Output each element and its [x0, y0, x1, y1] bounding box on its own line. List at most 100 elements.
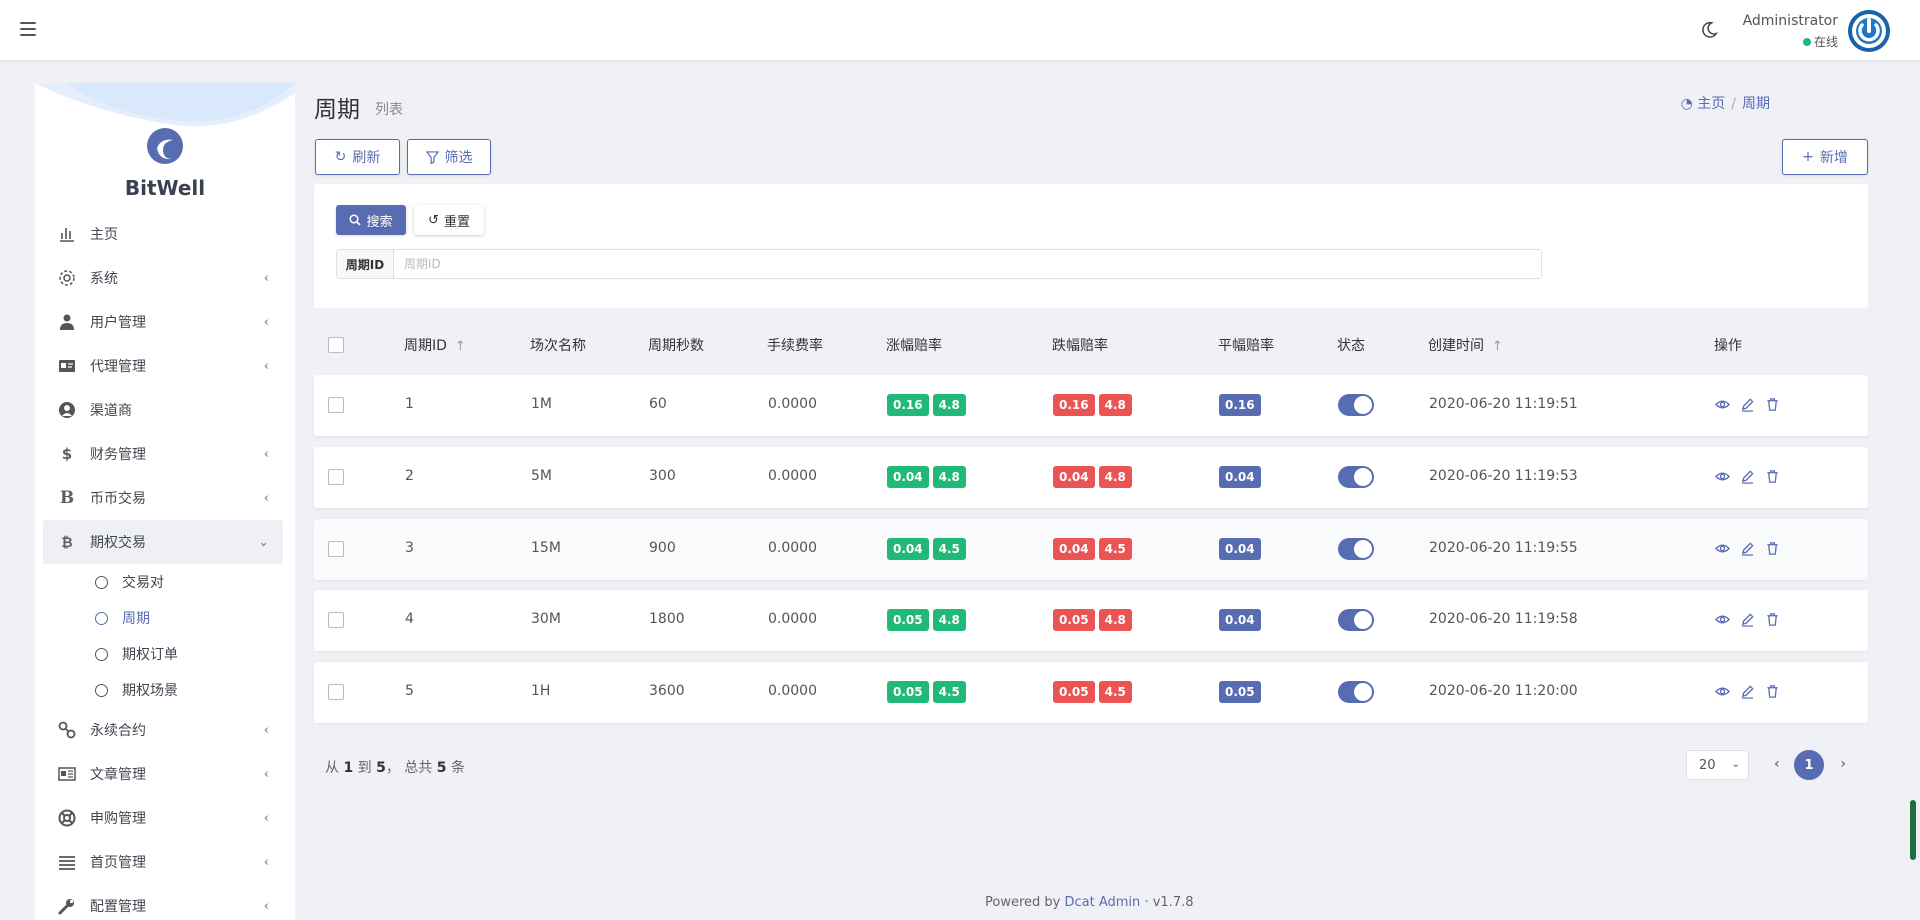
sidebar-item-homepage[interactable]: 首页管理 ‹ [43, 840, 283, 884]
add-button[interactable]: + 新增 [1782, 139, 1868, 175]
delete-icon[interactable] [1765, 397, 1780, 416]
status-toggle[interactable] [1338, 681, 1374, 703]
status-toggle[interactable] [1338, 394, 1374, 416]
sidebar-item-config[interactable]: 配置管理 ‹ [43, 884, 283, 920]
next-page-button[interactable]: › [1840, 756, 1846, 772]
moon-icon[interactable] [1700, 21, 1718, 39]
view-icon[interactable] [1715, 397, 1730, 416]
sidebar-item-label: 永续合约 [90, 723, 146, 739]
sidebar: BitWell 主页 系统 ‹ 用户管理 ‹ 代理管理 ‹ 渠道商 $ 财务管理 [35, 83, 295, 920]
chevron-left-icon: ‹ [263, 899, 269, 914]
edit-icon[interactable] [1740, 612, 1755, 631]
cell-flat-odds: 0.16 [1219, 394, 1265, 416]
per-page-select[interactable]: 20 ⌄ [1686, 750, 1749, 780]
view-icon[interactable] [1715, 541, 1730, 560]
circle-icon [95, 575, 108, 589]
period-id-input[interactable] [394, 250, 1541, 278]
delete-icon[interactable] [1765, 684, 1780, 703]
prev-page-button[interactable]: ‹ [1774, 756, 1780, 772]
cell-created: 2020-06-20 11:19:58 [1429, 611, 1578, 627]
cell-created: 2020-06-20 11:19:51 [1429, 396, 1578, 412]
hamburger-icon[interactable] [20, 18, 36, 42]
sidebar-item-finance[interactable]: $ 财务管理 ‹ [43, 432, 283, 476]
circle-icon [95, 647, 108, 661]
sidebar-item-spot-trading[interactable]: B 币币交易 ‹ [43, 476, 283, 520]
refresh-button[interactable]: ↻ 刷新 [315, 139, 400, 175]
brand-name[interactable]: BitWell [35, 176, 295, 200]
sidebar-item-articles[interactable]: 文章管理 ‹ [43, 752, 283, 796]
cell-seconds: 60 [649, 396, 667, 412]
sidebar-subitem-option-scenes[interactable]: 期权场景 [43, 672, 283, 708]
status-toggle[interactable] [1338, 609, 1374, 631]
status-toggle[interactable] [1338, 466, 1374, 488]
table-row: 3 15M 900 0.0000 0.04 4.5 0.04 4.5 0.04 2020-06-2… [314, 519, 1868, 580]
status-toggle[interactable] [1338, 538, 1374, 560]
delete-icon[interactable] [1765, 612, 1780, 631]
link-icon [58, 721, 76, 739]
cell-id: 4 [405, 611, 414, 627]
avatar[interactable] [1848, 10, 1890, 52]
cell-up-odds: 0.05 4.5 [887, 681, 970, 703]
page-title: 周期 [314, 97, 360, 123]
toggle-knob [1354, 611, 1372, 629]
breadcrumb-separator: / [1731, 96, 1736, 112]
reset-button[interactable]: ↺ 重置 [414, 205, 484, 235]
sort-arrow-icon[interactable]: ↑ [455, 339, 466, 354]
select-all-checkbox[interactable] [328, 337, 344, 353]
breadcrumb-home[interactable]: 主页 [1697, 96, 1725, 112]
column-header-fee: 手续费率 [767, 338, 823, 354]
cell-flat-odds: 0.04 [1219, 609, 1265, 631]
edit-icon[interactable] [1740, 541, 1755, 560]
sidebar-item-options-trading[interactable]: ₿ 期权交易 ⌄ [43, 520, 283, 564]
cell-id: 5 [405, 683, 414, 699]
edit-icon[interactable] [1740, 469, 1755, 488]
sidebar-item-system[interactable]: 系统 ‹ [43, 256, 283, 300]
column-header-id[interactable]: 周期ID ↑ [404, 335, 466, 355]
column-header-created[interactable]: 创建时间 ↑ [1428, 335, 1503, 355]
search-button[interactable]: 搜索 [336, 205, 406, 235]
chevron-down-icon: ⌄ [258, 535, 269, 550]
sidebar-item-channel[interactable]: 渠道商 [43, 388, 283, 432]
up-odds-badge: 0.05 [887, 609, 929, 631]
row-checkbox[interactable] [328, 684, 344, 700]
edit-icon[interactable] [1740, 684, 1755, 703]
pagination-summary: 从 1 到 5， 总共 5 条 [325, 757, 465, 777]
cell-fee: 0.0000 [768, 611, 817, 627]
sidebar-subitem-trading-pairs[interactable]: 交易对 [43, 564, 283, 600]
row-checkbox[interactable] [328, 541, 344, 557]
bar-chart-icon [60, 228, 74, 242]
edit-icon[interactable] [1740, 397, 1755, 416]
cell-id: 3 [405, 540, 414, 556]
dcat-admin-link[interactable]: Dcat Admin [1065, 895, 1141, 910]
view-icon[interactable] [1715, 469, 1730, 488]
page-button-current[interactable]: 1 [1794, 750, 1824, 780]
sidebar-subitem-option-orders[interactable]: 期权订单 [43, 636, 283, 672]
filter-label: 筛选 [444, 150, 473, 166]
refresh-label: 刷新 [352, 150, 381, 166]
up-odds-badge: 4.8 [932, 609, 966, 631]
user-name[interactable]: Administrator [1743, 13, 1838, 29]
sidebar-item-perpetual[interactable]: 永续合约 ‹ [43, 708, 283, 752]
row-checkbox[interactable] [328, 469, 344, 485]
sidebar-item-users[interactable]: 用户管理 ‹ [43, 300, 283, 344]
delete-icon[interactable] [1765, 469, 1780, 488]
sort-arrow-icon[interactable]: ↑ [1492, 339, 1503, 354]
sidebar-subitem-periods[interactable]: 周期 [43, 600, 283, 636]
delete-icon[interactable] [1765, 541, 1780, 560]
id-card-icon [59, 360, 75, 372]
sidebar-item-home[interactable]: 主页 [43, 212, 283, 256]
sidebar-item-agents[interactable]: 代理管理 ‹ [43, 344, 283, 388]
page-scrollbar[interactable] [1910, 800, 1916, 860]
bitwell-logo-icon [147, 128, 183, 164]
row-checkbox[interactable] [328, 612, 344, 628]
row-checkbox[interactable] [328, 397, 344, 413]
period-id-filter-label: 周期ID [337, 250, 394, 278]
view-icon[interactable] [1715, 612, 1730, 631]
sidebar-item-label: 用户管理 [90, 315, 146, 331]
filter-button[interactable]: 筛选 [407, 139, 491, 175]
sidebar-item-label: 主页 [90, 227, 118, 243]
cell-fee: 0.0000 [768, 683, 817, 699]
view-icon[interactable] [1715, 684, 1730, 703]
sidebar-item-subscription[interactable]: 申购管理 ‹ [43, 796, 283, 840]
summary-from: 1 [343, 760, 354, 776]
